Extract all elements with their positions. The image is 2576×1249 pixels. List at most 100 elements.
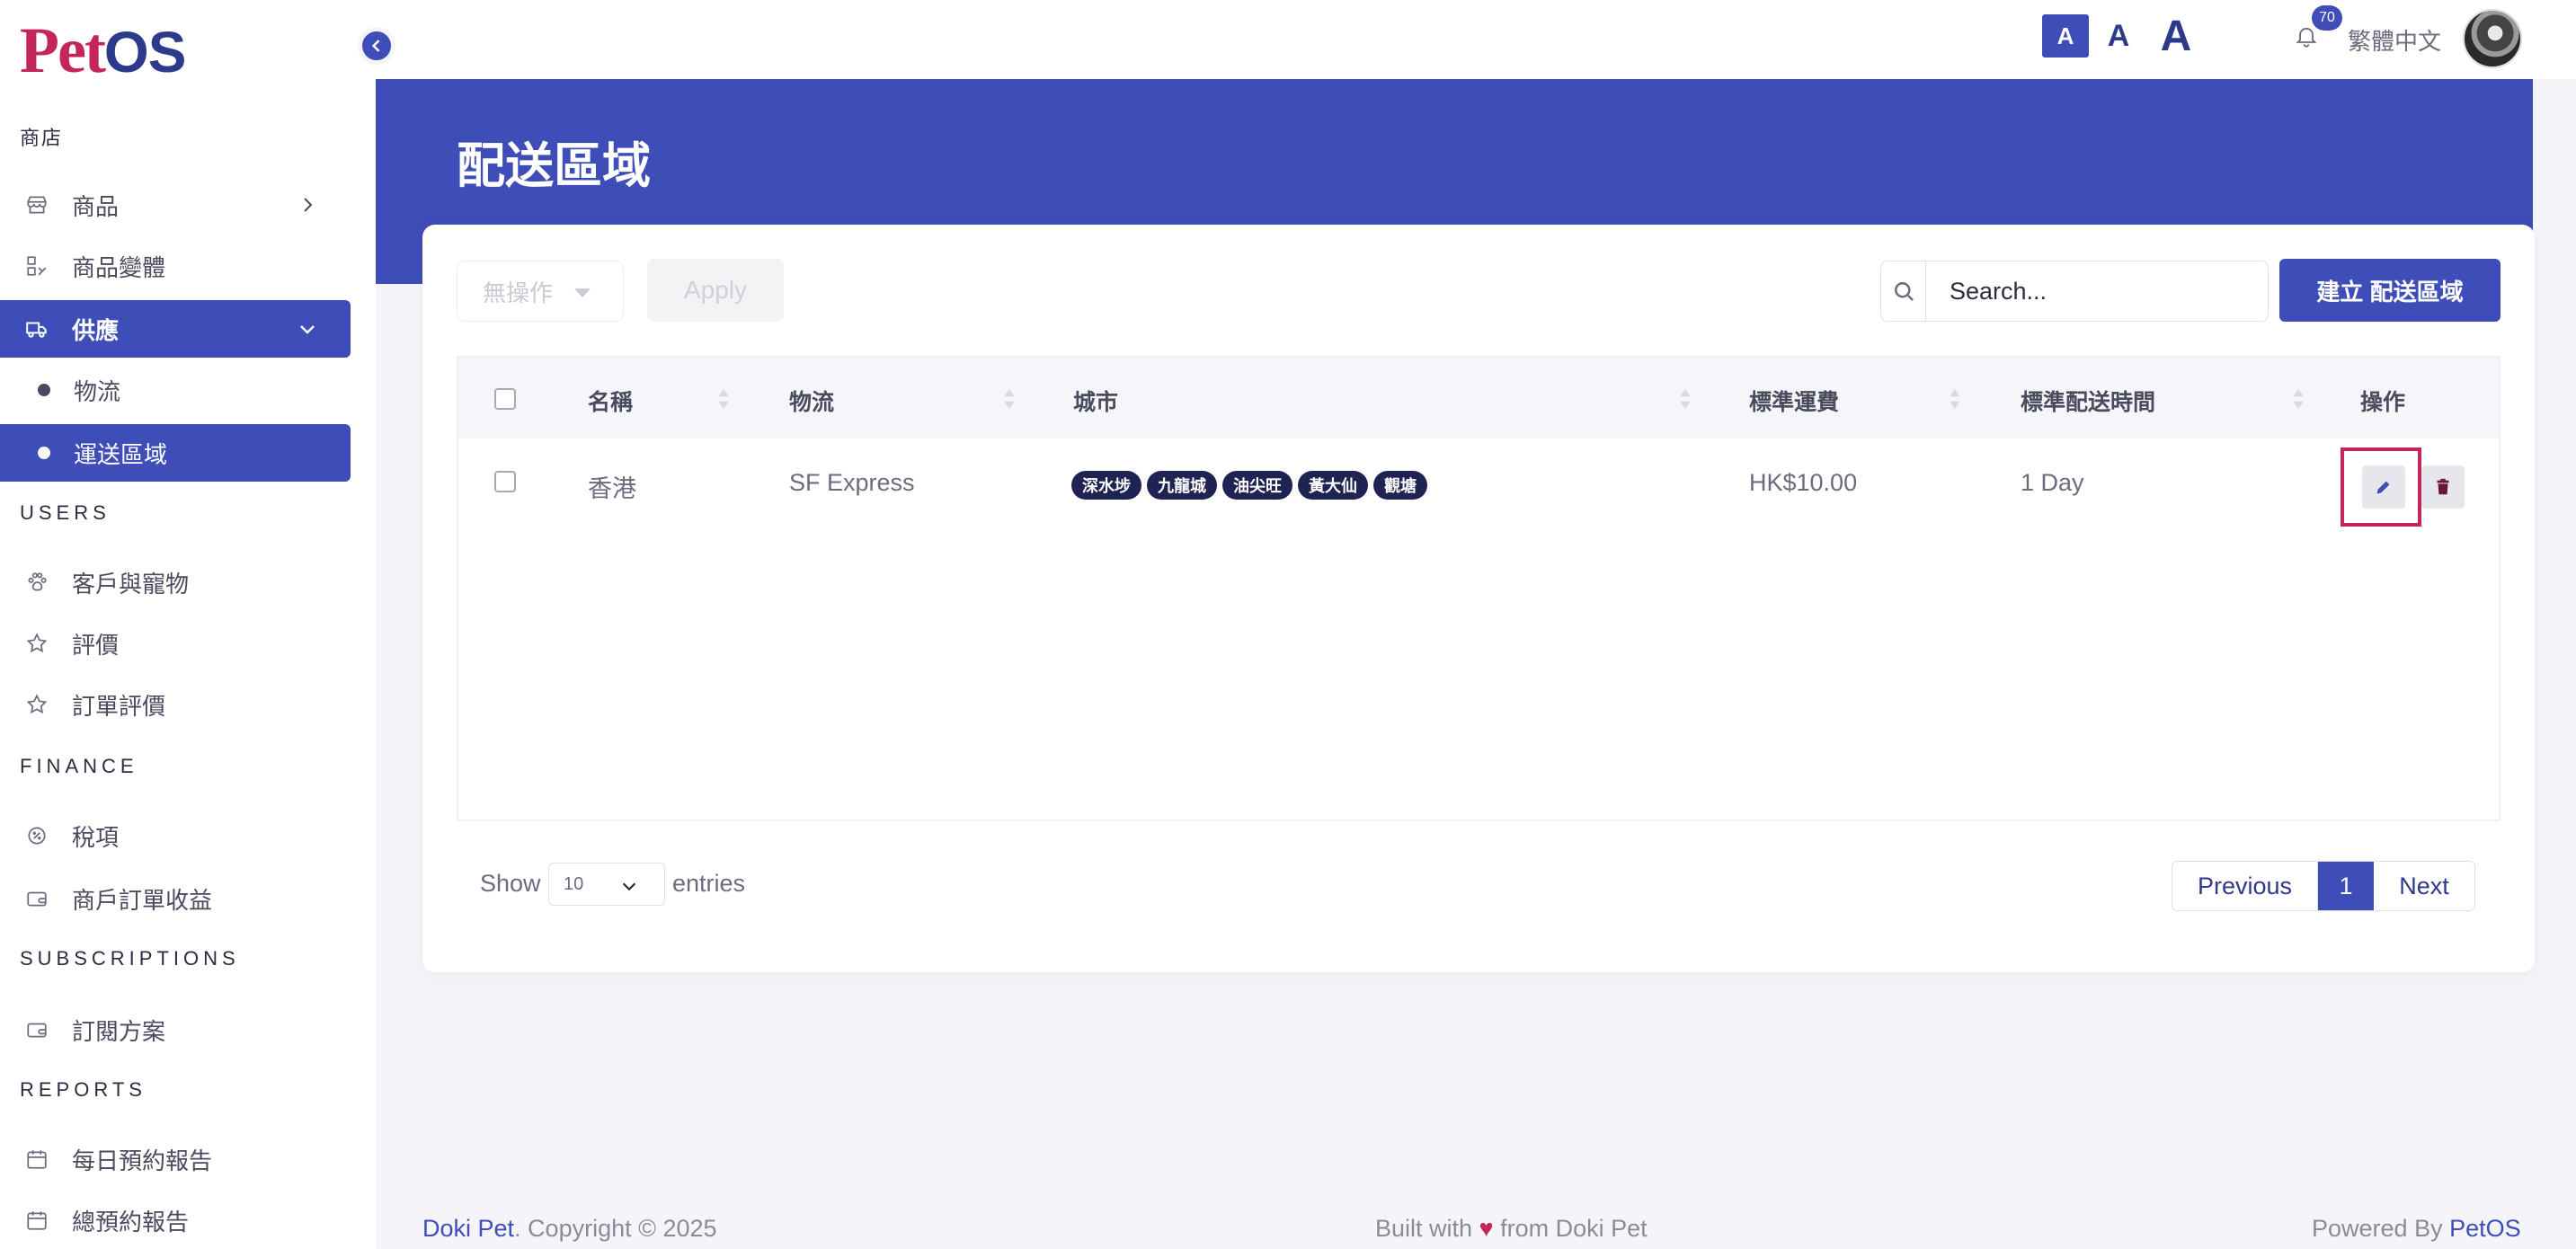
next-page-button[interactable]: Next: [2374, 862, 2474, 910]
search-box: [1880, 261, 2269, 322]
sidebar-item-label: 客戶與寵物: [72, 570, 190, 598]
sort-icon[interactable]: [2292, 386, 2305, 412]
show-label: Show: [480, 870, 541, 897]
sidebar-item-supply[interactable]: 供應: [0, 300, 351, 358]
topbar: [376, 0, 2576, 79]
cell-cities: 深水埗 九龍城 油尖旺 黃大仙 觀塘: [1071, 471, 1427, 500]
page-size-value: 10: [564, 873, 584, 894]
language-switcher[interactable]: 繁體中文: [2348, 23, 2441, 57]
table-header: [458, 358, 2499, 438]
sidebar-item-label: 總預約報告: [72, 1208, 190, 1236]
edit-button[interactable]: [2362, 465, 2405, 509]
delete-button[interactable]: [2421, 465, 2465, 509]
sidebar-item-subscription-plans[interactable]: 訂閱方案: [0, 1001, 351, 1059]
bullet-icon: [38, 447, 50, 459]
search-input[interactable]: [1926, 261, 2268, 321]
logo-pet-text: Pet: [20, 14, 106, 86]
column-header-logistics[interactable]: 物流: [789, 385, 834, 417]
calendar-icon: [25, 1209, 49, 1232]
star-icon: [25, 632, 49, 655]
page-number-button[interactable]: 1: [2318, 862, 2374, 910]
sort-icon[interactable]: [1003, 386, 1016, 412]
calendar-icon: [25, 1147, 49, 1171]
cell-fee: HK$10.00: [1749, 469, 1858, 496]
chevron-left-icon: [371, 40, 380, 52]
logo-os-text: OS: [103, 20, 186, 84]
sort-icon[interactable]: [1679, 386, 1692, 412]
notification-badge: 70: [2312, 5, 2342, 31]
sidebar-item-order-reviews[interactable]: 訂單評價: [0, 676, 351, 733]
footer-built-prefix: Built with: [1375, 1215, 1479, 1242]
bulk-action-value: 無操作: [483, 279, 554, 306]
sidebar-item-customers-pets[interactable]: 客戶與寵物: [0, 554, 351, 611]
sidebar-item-reviews[interactable]: 評價: [0, 615, 351, 672]
font-size-small-button[interactable]: A: [2042, 14, 2089, 58]
column-header-standard-time[interactable]: 標準配送時間: [2021, 385, 2155, 417]
sidebar-item-label: 商品變體: [72, 253, 166, 281]
variants-icon: [25, 254, 49, 278]
sidebar-item-label: 每日預約報告: [72, 1147, 213, 1174]
select-all-checkbox[interactable]: [494, 388, 516, 410]
sidebar-item-label: 訂單評價: [72, 692, 166, 720]
footer-copyright: Doki Pet. Copyright © 2025: [422, 1215, 717, 1243]
footer-brand-link[interactable]: Doki Pet: [422, 1215, 514, 1242]
page-size-select[interactable]: 10: [548, 863, 665, 906]
petos-logo[interactable]: PetOS: [20, 18, 186, 84]
column-header-name[interactable]: 名稱: [588, 385, 633, 417]
sidebar-item-label: 物流: [74, 377, 121, 405]
create-shipping-zone-button[interactable]: 建立 配送區域: [2279, 259, 2500, 322]
sidebar-item-label: 商品: [72, 192, 120, 220]
chevron-down-icon: [300, 325, 315, 334]
column-header-actions: 操作: [2360, 390, 2406, 415]
cell-time: 1 Day: [2021, 469, 2084, 496]
pencil-icon: [2376, 481, 2390, 494]
column-header-city[interactable]: 城市: [1073, 385, 1118, 417]
sidebar: PetOS 商店 商品 商品變體 供應 物流 運送區域 USERS 客戶與寵物 …: [0, 0, 376, 1249]
sidebar-collapse-button[interactable]: [358, 27, 395, 65]
percent-badge-icon: [25, 824, 49, 847]
city-tag: 油尖旺: [1222, 471, 1292, 500]
city-tag: 九龍城: [1147, 471, 1217, 500]
section-reports: REPORTS: [20, 1078, 147, 1101]
section-shop: 商店: [20, 127, 64, 149]
section-users: USERS: [20, 501, 111, 524]
previous-page-button[interactable]: Previous: [2172, 862, 2318, 910]
star-icon: [25, 693, 49, 716]
sidebar-item-shipping-zones[interactable]: 運送區域: [0, 424, 351, 482]
font-size-large-button[interactable]: A: [2150, 11, 2202, 61]
bulk-action-select[interactable]: 無操作: [457, 261, 624, 322]
chevron-down-icon: [622, 882, 636, 891]
city-tag: 深水埗: [1071, 471, 1141, 500]
sidebar-item-products[interactable]: 商品: [0, 176, 351, 234]
sort-icon[interactable]: [717, 386, 730, 412]
footer-powered-by: Powered By PetOS: [2312, 1215, 2521, 1243]
apply-button[interactable]: Apply: [647, 259, 784, 322]
chevron-right-icon: [304, 198, 313, 212]
sidebar-item-tax[interactable]: 稅項: [0, 807, 351, 864]
sidebar-item-label: 運送區域: [74, 440, 168, 468]
sidebar-item-label: 商戶訂單收益: [72, 886, 213, 914]
sidebar-item-daily-booking-report[interactable]: 每日預約報告: [0, 1130, 351, 1188]
truck-icon: [25, 317, 49, 341]
sort-icon[interactable]: [1949, 386, 1961, 412]
paw-icon: [25, 571, 49, 594]
sidebar-item-merchant-revenue[interactable]: 商戶訂單收益: [0, 870, 351, 927]
heart-icon: ♥: [1479, 1215, 1494, 1242]
row-checkbox[interactable]: [494, 471, 516, 492]
caret-down-icon: [574, 288, 591, 297]
font-size-medium-button[interactable]: A: [2098, 14, 2139, 58]
cell-logistics: SF Express: [789, 469, 915, 496]
wallet-icon: [25, 887, 49, 910]
sidebar-item-label: 訂閱方案: [72, 1017, 166, 1045]
cell-name: 香港: [588, 475, 636, 502]
column-header-standard-fee[interactable]: 標準運費: [1749, 385, 1839, 417]
footer-petos-link[interactable]: PetOS: [2449, 1215, 2521, 1242]
sidebar-item-variants[interactable]: 商品變體: [0, 237, 351, 295]
sidebar-item-logistics[interactable]: 物流: [0, 361, 351, 419]
sidebar-item-total-booking-report[interactable]: 總預約報告: [0, 1191, 351, 1249]
footer-copyright-text: . Copyright © 2025: [514, 1215, 717, 1242]
avatar[interactable]: [2463, 9, 2522, 68]
sidebar-item-label: 評價: [72, 631, 120, 659]
entries-label: entries: [672, 870, 746, 897]
footer-powered-prefix: Powered By: [2312, 1215, 2450, 1242]
